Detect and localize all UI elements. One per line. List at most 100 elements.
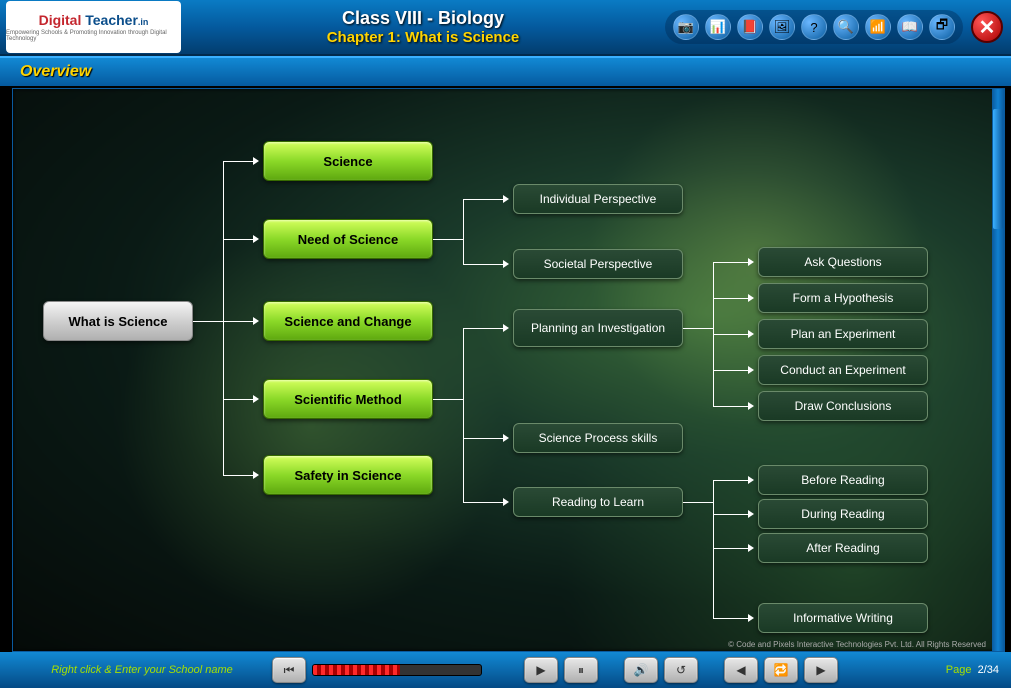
tool-camera-icon[interactable]: 📷 — [673, 14, 699, 40]
connector — [683, 502, 713, 503]
arrow-icon — [748, 294, 754, 302]
node-ask-questions[interactable]: Ask Questions — [758, 247, 928, 277]
volume-button[interactable]: 🔊 — [624, 657, 658, 683]
connector — [713, 480, 748, 481]
arrow-icon — [253, 157, 259, 165]
connector — [193, 321, 223, 322]
connector — [223, 161, 253, 162]
title-block: Class VIII - Biology Chapter 1: What is … — [181, 8, 665, 46]
close-icon: ✕ — [979, 15, 996, 40]
node-root[interactable]: What is Science — [43, 301, 193, 341]
node-individual-perspective[interactable]: Individual Perspective — [513, 184, 683, 214]
play-button[interactable]: ▶ — [524, 657, 558, 683]
footer-bar: Right click & Enter your School name ⏮ ▶… — [0, 652, 1011, 688]
node-after-reading[interactable]: After Reading — [758, 533, 928, 563]
node-reading-to-learn[interactable]: Reading to Learn — [513, 487, 683, 517]
connector — [713, 262, 748, 263]
connector — [713, 334, 748, 335]
arrow-icon — [503, 498, 509, 506]
content-area: What is Science Science Need of Science … — [12, 88, 1005, 652]
connector — [463, 502, 503, 503]
node-science-and-change[interactable]: Science and Change — [263, 301, 433, 341]
node-safety-in-science[interactable]: Safety in Science — [263, 455, 433, 495]
node-plan-experiment[interactable]: Plan an Experiment — [758, 319, 928, 349]
arrow-icon — [748, 258, 754, 266]
scrollbar-thumb[interactable] — [993, 109, 1003, 229]
loop-button[interactable]: 🔁 — [764, 657, 798, 683]
connector — [713, 406, 748, 407]
tool-chart-icon[interactable]: 📊 — [705, 14, 731, 40]
subheader: Overview — [0, 56, 1011, 86]
connector — [223, 321, 253, 322]
pause-button[interactable]: ⏸ — [564, 657, 598, 683]
node-draw-conclusions[interactable]: Draw Conclusions — [758, 391, 928, 421]
tool-image-icon[interactable]: 🖼 — [769, 14, 795, 40]
node-form-hypothesis[interactable]: Form a Hypothesis — [758, 283, 928, 313]
arrow-icon — [503, 195, 509, 203]
node-societal-perspective[interactable]: Societal Perspective — [513, 249, 683, 279]
vertical-scrollbar[interactable] — [992, 89, 1004, 651]
player-controls: ⏮ ▶ ⏸ 🔊 ↺ ◀ 🔁 ▶ — [272, 657, 946, 683]
connector — [433, 239, 463, 240]
section-title: Overview — [20, 63, 91, 81]
close-button[interactable]: ✕ — [971, 11, 1003, 43]
replay-button[interactable]: ↺ — [664, 657, 698, 683]
rewind-button[interactable]: ⏮ — [272, 657, 306, 683]
arrow-icon — [748, 366, 754, 374]
node-during-reading[interactable]: During Reading — [758, 499, 928, 529]
logo-tagline: Empowering Schools & Promoting Innovatio… — [6, 30, 181, 42]
arrow-icon — [503, 324, 509, 332]
connector — [683, 328, 713, 329]
tool-signal-icon[interactable]: 📶 — [865, 14, 891, 40]
node-informative-writing[interactable]: Informative Writing — [758, 603, 928, 633]
node-planning-investigation[interactable]: Planning an Investigation — [513, 309, 683, 347]
next-button[interactable]: ▶ — [804, 657, 838, 683]
arrow-icon — [748, 476, 754, 484]
connector — [433, 399, 463, 400]
node-need-of-science[interactable]: Need of Science — [263, 219, 433, 259]
node-science[interactable]: Science — [263, 141, 433, 181]
arrow-icon — [503, 260, 509, 268]
tool-help-icon[interactable]: ? — [801, 14, 827, 40]
arrow-icon — [748, 614, 754, 622]
connector — [463, 264, 503, 265]
connector — [713, 548, 748, 549]
progress-fill — [313, 665, 400, 675]
connector — [713, 370, 748, 371]
connector — [463, 199, 503, 200]
connector — [223, 475, 253, 476]
connector — [463, 328, 503, 329]
page-indicator: Page 2/34 — [946, 664, 999, 676]
connector — [463, 199, 464, 264]
chapter-title: Chapter 1: What is Science — [181, 29, 665, 46]
node-before-reading[interactable]: Before Reading — [758, 465, 928, 495]
connector — [713, 618, 748, 619]
connector — [713, 298, 748, 299]
header-bar: Digital Teacher.in Empowering Schools & … — [0, 0, 1011, 56]
node-scientific-method[interactable]: Scientific Method — [263, 379, 433, 419]
tool-window-icon[interactable]: 🗗 — [929, 14, 955, 40]
school-name-prompt[interactable]: Right click & Enter your School name — [12, 664, 272, 676]
connector — [463, 438, 503, 439]
arrow-icon — [503, 434, 509, 442]
tool-book-icon[interactable]: 📕 — [737, 14, 763, 40]
connector — [713, 548, 714, 618]
toolbar: 📷 📊 📕 🖼 ? 🔍 📶 📖 🗗 — [665, 10, 963, 44]
node-conduct-experiment[interactable]: Conduct an Experiment — [758, 355, 928, 385]
prev-button[interactable]: ◀ — [724, 657, 758, 683]
arrow-icon — [253, 317, 259, 325]
copyright-text: © Code and Pixels Interactive Technologi… — [728, 640, 986, 649]
arrow-icon — [748, 330, 754, 338]
arrow-icon — [748, 402, 754, 410]
arrow-icon — [748, 510, 754, 518]
tool-search-icon[interactable]: 🔍 — [833, 14, 859, 40]
logo: Digital Teacher.in Empowering Schools & … — [6, 1, 181, 53]
node-science-process-skills[interactable]: Science Process skills — [513, 423, 683, 453]
progress-bar[interactable] — [312, 664, 482, 676]
tool-notebook-icon[interactable]: 📖 — [897, 14, 923, 40]
connector — [223, 399, 253, 400]
connector — [223, 239, 253, 240]
course-title: Class VIII - Biology — [181, 8, 665, 29]
arrow-icon — [253, 235, 259, 243]
connector — [223, 161, 224, 475]
